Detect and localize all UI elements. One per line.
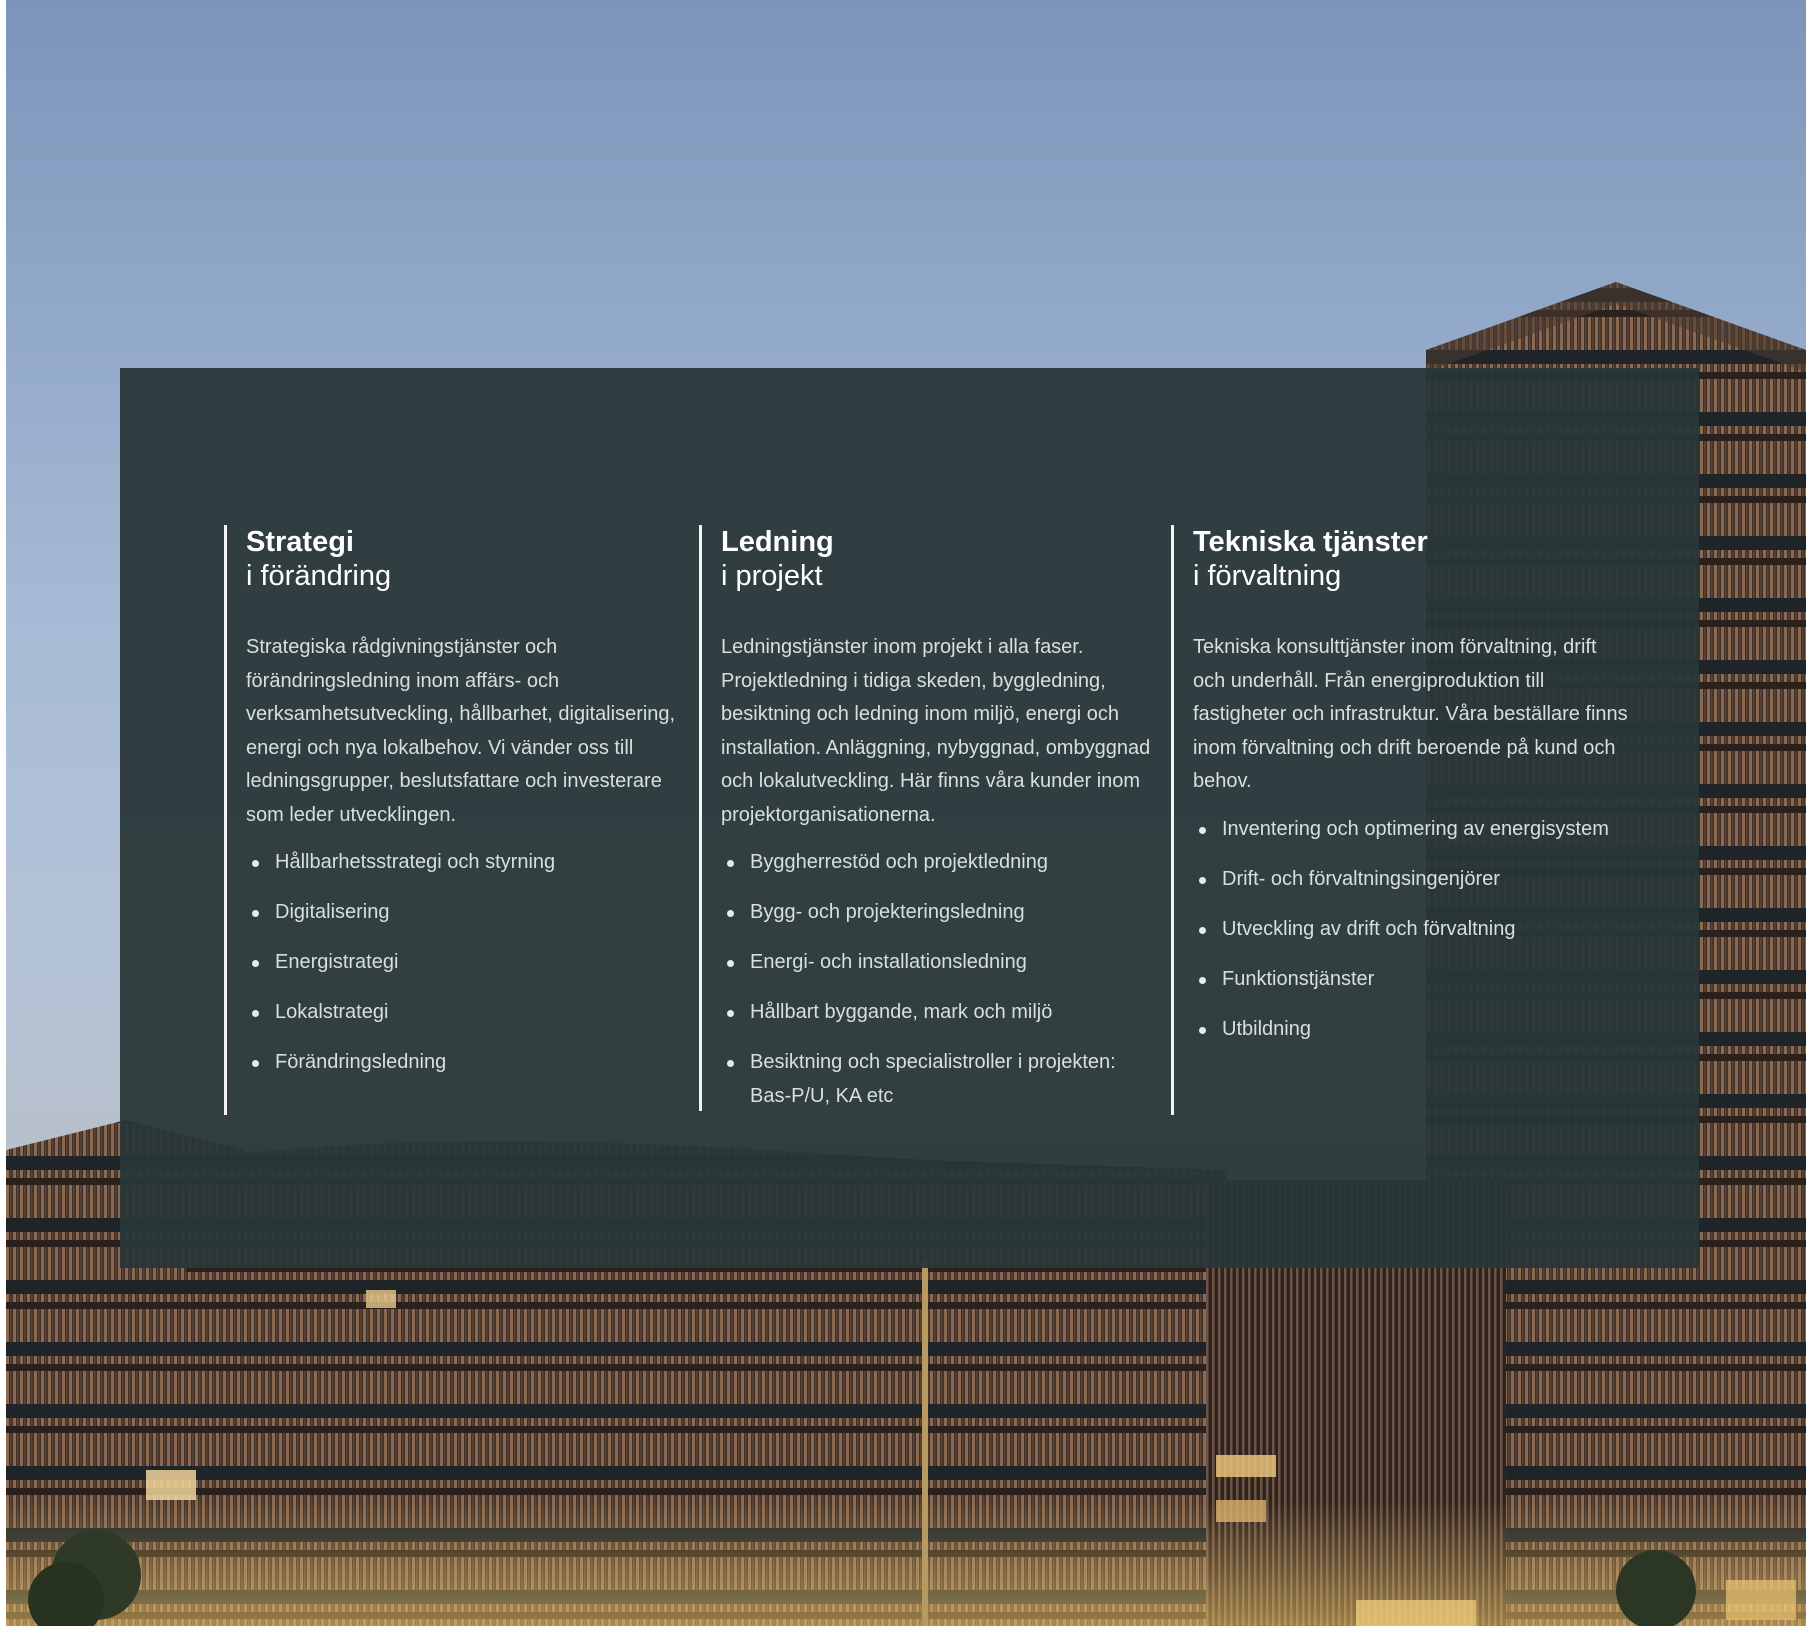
list-item: Byggherrestöd och projektledning	[721, 846, 1161, 880]
bullet-icon	[1199, 926, 1206, 934]
bullet-icon	[252, 910, 259, 917]
list-item-label: Energistrategi	[275, 951, 399, 973]
bullet-icon	[727, 1010, 734, 1017]
list-item-label: Utveckling av drift och förvaltning	[1222, 917, 1516, 940]
column-subtitle: i förändring	[246, 560, 392, 592]
bullet-icon	[1199, 1026, 1206, 1034]
list-item-label: Funktionstjänster	[1222, 967, 1375, 990]
list-item: Förändringsledning	[246, 1046, 686, 1080]
list-item: Inventering och optimering av energisyst…	[1193, 813, 1633, 847]
list-item: Utbildning	[1193, 1013, 1633, 1047]
column-intro: Tekniska konsulttjänster inom förvaltnin…	[1193, 636, 1628, 792]
list-item-label: Utbildning	[1222, 1017, 1311, 1040]
list-item: Bygg- och projekteringsledning	[721, 896, 1161, 930]
services-panel: Strategi i förändring Strategiska rådgiv…	[120, 368, 1699, 1268]
list-item: Besiktning och specialistroller i projek…	[721, 1046, 1161, 1113]
column-title: Strategi	[246, 526, 354, 558]
list-item: Hållbarhetsstrategi och styrning	[246, 846, 686, 880]
column-strategi: Strategi i förändring Strategiska rådgiv…	[224, 525, 686, 1115]
bullet-icon	[727, 860, 734, 867]
list-item: Utveckling av drift och förvaltning	[1193, 913, 1633, 947]
list-item: Hållbart byggande, mark och miljö	[721, 996, 1161, 1030]
list-item-label: Förändringsledning	[275, 1051, 447, 1073]
list-item: Lokalstrategi	[246, 996, 686, 1030]
bullet-icon	[252, 960, 259, 967]
column-intro: Strategiska rådgivningstjänster och förä…	[246, 636, 676, 826]
column-title: Ledning	[721, 526, 834, 558]
service-list: Byggherrestöd och projektledning Bygg- o…	[721, 846, 1161, 1113]
bullet-icon	[727, 1060, 734, 1067]
bullet-icon	[727, 910, 734, 917]
list-item-label: Besiktning och specialistroller i projek…	[750, 1051, 1116, 1107]
column-subtitle: i projekt	[721, 560, 823, 592]
bullet-icon	[252, 860, 259, 867]
column-intro: Ledningstjänster inom projekt i alla fas…	[721, 636, 1151, 826]
column-subtitle: i förvaltning	[1193, 560, 1342, 592]
list-item-label: Byggherrestöd och projektledning	[750, 851, 1048, 873]
list-item-label: Drift- och förvaltningsingenjörer	[1222, 867, 1500, 890]
list-item-label: Digitalisering	[275, 901, 390, 923]
bullet-icon	[252, 1010, 259, 1017]
column-title: Tekniska tjänster	[1193, 526, 1428, 558]
bullet-icon	[1199, 976, 1206, 984]
list-item: Digitalisering	[246, 896, 686, 930]
list-item: Drift- och förvaltningsingenjörer	[1193, 863, 1633, 897]
bullet-icon	[1199, 826, 1206, 834]
list-item-label: Hållbart byggande, mark och miljö	[750, 1001, 1053, 1023]
list-item-label: Energi- och installationsledning	[750, 951, 1027, 973]
list-item: Energistrategi	[246, 946, 686, 980]
service-list: Inventering och optimering av energisyst…	[1193, 813, 1633, 1047]
bullet-icon	[727, 960, 734, 967]
list-item: Funktionstjänster	[1193, 963, 1633, 997]
list-item-label: Hållbarhetsstrategi och styrning	[275, 851, 556, 873]
list-item: Energi- och installationsledning	[721, 946, 1161, 980]
column-ledning: Ledning i projekt Ledningstjänster inom …	[699, 525, 1161, 1111]
list-item-label: Inventering och optimering av energisyst…	[1222, 817, 1609, 840]
list-item-label: Lokalstrategi	[275, 1001, 389, 1023]
bullet-icon	[1199, 876, 1206, 884]
list-item-label: Bygg- och projekteringsledning	[750, 901, 1025, 923]
service-list: Hållbarhetsstrategi och styrning Digital…	[246, 846, 686, 1080]
bullet-icon	[252, 1060, 259, 1067]
column-tekniska-tjanster: Tekniska tjänster i förvaltning Tekniska…	[1171, 525, 1633, 1115]
